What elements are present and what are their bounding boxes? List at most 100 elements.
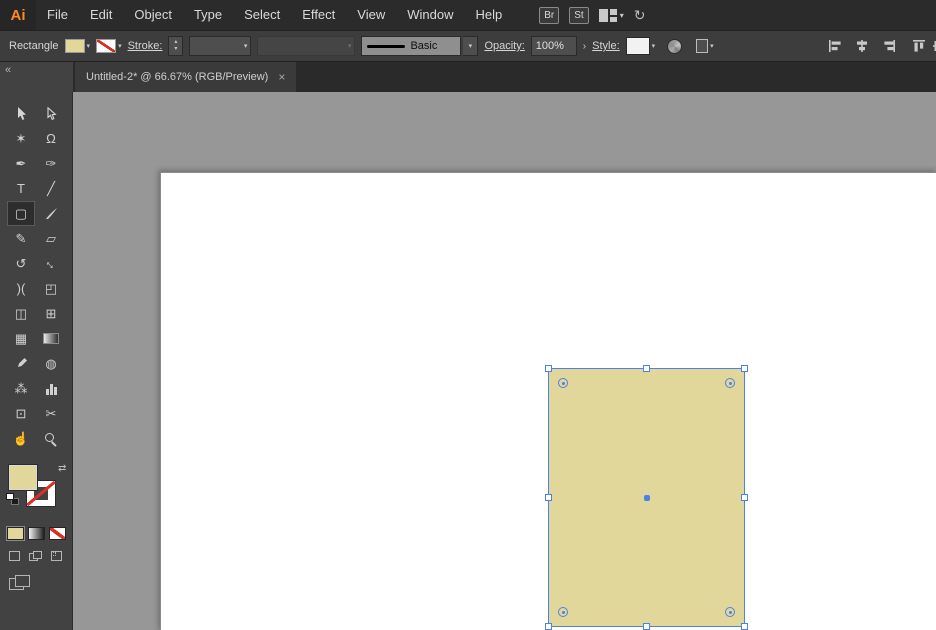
stroke-color-picker[interactable]: ▾	[96, 39, 122, 53]
align-left-icon[interactable]	[828, 39, 842, 53]
scale-tool[interactable]: ↔	[37, 251, 65, 276]
stock-button[interactable]: St	[569, 6, 589, 24]
opacity-panel-link[interactable]: Opacity:	[484, 40, 524, 52]
stroke-weight-dropdown[interactable]: ▾	[189, 36, 252, 56]
tool-panel-header: «	[0, 62, 73, 92]
eyedropper-tool[interactable]	[7, 351, 35, 376]
workspace-switcher[interactable]: ▾	[598, 8, 624, 22]
paintbrush-tool[interactable]	[37, 201, 65, 226]
handle-nw[interactable]	[545, 365, 552, 372]
handle-s[interactable]	[642, 623, 650, 630]
opacity-spinner-icon[interactable]: ›	[583, 41, 586, 52]
draw-behind-button[interactable]	[28, 550, 44, 563]
menu-edit[interactable]: Edit	[79, 0, 123, 30]
align-vcenter-icon[interactable]	[932, 39, 936, 53]
gradient-tool[interactable]	[37, 326, 65, 351]
slice-tool[interactable]: ✂	[37, 401, 65, 426]
bridge-button[interactable]: Br	[539, 6, 560, 24]
draw-normal-button[interactable]	[7, 550, 23, 563]
zoom-tool[interactable]	[37, 426, 65, 451]
collapse-panel-icon[interactable]: «	[5, 64, 11, 76]
handle-n[interactable]	[642, 365, 650, 372]
corner-widget-se[interactable]	[725, 607, 735, 617]
menu-window[interactable]: Window	[396, 0, 464, 30]
draw-inside-button[interactable]	[49, 550, 65, 563]
shaper-pencil-tool[interactable]: ✎	[7, 226, 35, 251]
swap-fill-stroke-icon[interactable]: ⇄	[58, 463, 66, 474]
gradient-button[interactable]	[28, 527, 45, 540]
fill-color-picker[interactable]: ▾	[64, 39, 91, 53]
sync-icon[interactable]: ↻	[634, 7, 646, 24]
symbol-sprayer-tool[interactable]: ⁂	[7, 376, 35, 401]
mesh-tool[interactable]: ▦	[7, 326, 35, 351]
selection-tool[interactable]	[7, 101, 35, 126]
color-button[interactable]	[6, 526, 25, 541]
document-setup-icon[interactable]	[696, 39, 709, 53]
workspace-icon	[598, 8, 617, 22]
handle-w[interactable]	[545, 493, 552, 501]
direct-selection-tool[interactable]	[37, 101, 65, 126]
fill-color-indicator[interactable]	[9, 465, 37, 490]
menu-object[interactable]: Object	[123, 0, 183, 30]
selected-rectangle[interactable]	[545, 365, 748, 630]
canvas[interactable]	[73, 92, 936, 630]
menu-file[interactable]: File	[36, 0, 79, 30]
free-transform-tool[interactable]: ◰	[37, 276, 65, 301]
recolor-artwork-icon[interactable]	[667, 38, 683, 54]
fill-swatch[interactable]	[64, 39, 85, 53]
align-center-icon[interactable]	[855, 39, 869, 53]
style-swatch[interactable]	[625, 37, 650, 55]
perspective-grid-tool[interactable]: ⊞	[37, 301, 65, 326]
hand-tool[interactable]: ☝	[7, 426, 35, 451]
column-graph-tool[interactable]	[37, 376, 65, 401]
chevron-down-icon: ▾	[86, 43, 91, 50]
pen-tool[interactable]: ✒	[7, 151, 35, 176]
handle-sw[interactable]	[545, 623, 552, 630]
document-tab[interactable]: Untitled-2* @ 66.67% (RGB/Preview) ×	[75, 62, 297, 92]
screen-mode-button[interactable]	[9, 575, 31, 591]
stepper-up-icon[interactable]: ▴	[174, 39, 177, 46]
document-tab-strip: « Untitled-2* @ 66.67% (RGB/Preview) ×	[0, 62, 936, 92]
center-point[interactable]	[643, 494, 650, 501]
corner-widget-ne[interactable]	[725, 378, 735, 388]
close-icon[interactable]: ×	[278, 70, 285, 84]
rectangle-tool[interactable]: ▢	[7, 201, 35, 226]
menu-view[interactable]: View	[346, 0, 396, 30]
line-segment-tool[interactable]: ╱	[37, 176, 65, 201]
blend-tool[interactable]: ◍	[37, 351, 65, 376]
none-button[interactable]	[49, 527, 66, 540]
menu-help[interactable]: Help	[464, 0, 513, 30]
default-fill-stroke-icon[interactable]	[6, 493, 19, 505]
handle-ne[interactable]	[741, 365, 748, 372]
handle-se[interactable]	[741, 623, 748, 630]
lasso-tool[interactable]: Ω	[37, 126, 65, 151]
style-panel-link[interactable]: Style:	[592, 40, 620, 52]
align-top-icon[interactable]	[912, 39, 926, 53]
document-setup-control[interactable]: ▾	[688, 39, 714, 53]
shape-builder-tool[interactable]: ◫	[7, 301, 35, 326]
stepper-down-icon[interactable]: ▾	[174, 46, 177, 53]
corner-widget-sw[interactable]	[558, 607, 568, 617]
stroke-panel-link[interactable]: Stroke:	[128, 40, 163, 52]
eraser-tool[interactable]: ▱	[37, 226, 65, 251]
menu-select[interactable]: Select	[233, 0, 291, 30]
menu-effect[interactable]: Effect	[291, 0, 346, 30]
menu-type[interactable]: Type	[183, 0, 233, 30]
corner-widget-nw[interactable]	[558, 378, 568, 388]
artboard[interactable]	[160, 172, 936, 630]
artboard-tool[interactable]: ⊡	[7, 401, 35, 426]
curvature-tool[interactable]: ✑	[37, 151, 65, 176]
stroke-weight-stepper[interactable]: ▴ ▾	[168, 36, 184, 56]
type-tool[interactable]: T	[7, 176, 35, 201]
magic-wand-tool[interactable]: ✶	[7, 126, 35, 151]
brush-definition-combo[interactable]: Basic ▾	[361, 36, 479, 56]
stroke-none-swatch[interactable]	[96, 39, 117, 53]
opacity-input[interactable]: 100%	[530, 36, 577, 56]
graphic-style-dropdown[interactable]: ▾	[625, 37, 655, 55]
align-right-icon[interactable]	[882, 39, 896, 53]
width-tool[interactable]: )(	[7, 276, 35, 301]
rotate-tool[interactable]: ↺	[7, 251, 35, 276]
app-logo[interactable]: Ai	[0, 0, 36, 30]
handle-e[interactable]	[741, 493, 748, 501]
tool-panel: ✶ Ω ✒ ✑ T ╱ ▢ ✎ ▱ ↺ ↔ )( ◰ ◫ ⊞ ▦ ◍ ⁂ ⊡ ✂…	[0, 92, 73, 630]
